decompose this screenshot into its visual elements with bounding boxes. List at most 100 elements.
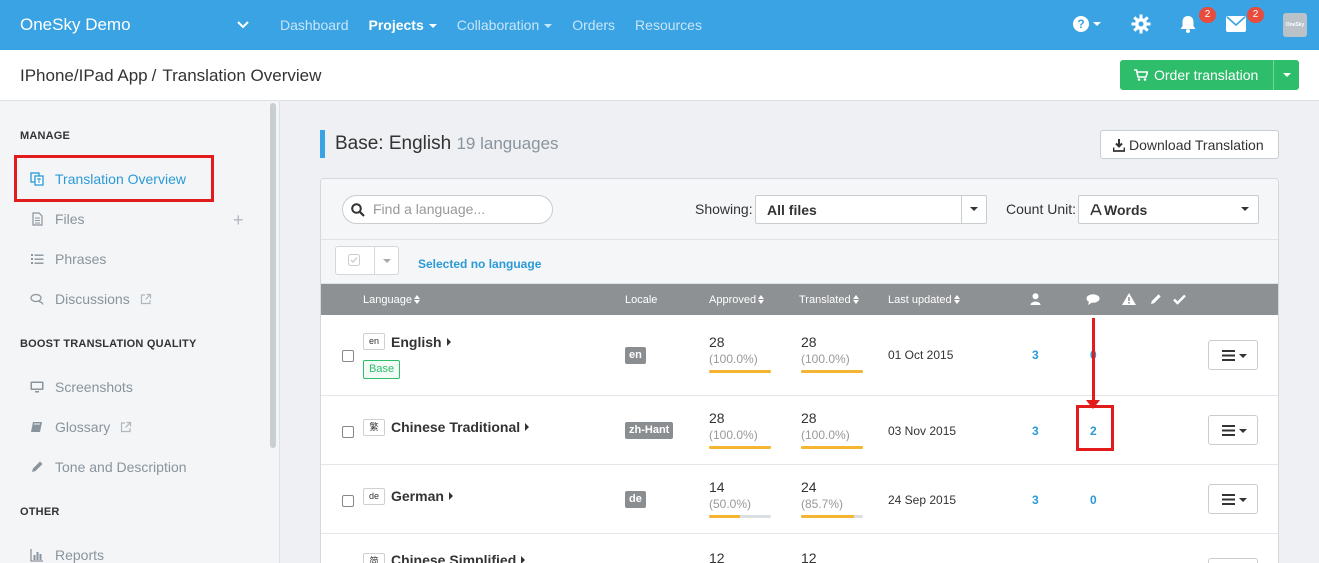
title-accent-bar <box>320 130 325 158</box>
count-unit-select[interactable]: Words <box>1078 195 1259 224</box>
sidebar-item-reports[interactable]: Reports <box>30 547 104 563</box>
row-actions-menu-button[interactable] <box>1208 558 1258 563</box>
caret-down-icon <box>1239 498 1247 502</box>
approved-progress-fill <box>709 370 771 373</box>
approved-count: 28 <box>709 410 725 426</box>
order-translation-dropdown[interactable] <box>1273 60 1299 90</box>
translated-percent: (100.0%) <box>801 352 850 366</box>
row-checkbox[interactable] <box>342 426 354 438</box>
approved-percent: (100.0%) <box>709 352 758 366</box>
gear-icon[interactable] <box>1131 14 1151 34</box>
sidebar-item-phrases[interactable]: Phrases <box>30 251 106 267</box>
row-actions-menu-button[interactable] <box>1208 484 1258 514</box>
sidebar-item-tone[interactable]: Tone and Description <box>30 459 187 475</box>
nav-collaboration-label: Collaboration <box>456 17 540 33</box>
translated-count: 24 <box>801 479 817 495</box>
row-checkbox[interactable] <box>342 350 354 362</box>
column-header-last-updated[interactable]: Last updated <box>888 294 960 306</box>
row-actions-menu-button[interactable] <box>1208 340 1258 370</box>
bulk-select-button[interactable] <box>335 246 399 275</box>
count-unit-display: Words <box>1090 202 1147 218</box>
language-search-input[interactable] <box>373 201 543 217</box>
translated-percent: (100.0%) <box>801 428 850 442</box>
caret-right-icon <box>525 423 530 431</box>
base-language-title: Base: English 19 languages <box>335 133 559 155</box>
sidebar-item-screenshots[interactable]: Screenshots <box>30 379 133 395</box>
base-language-label: Base: English <box>335 133 452 154</box>
language-name-link[interactable]: Chinese Traditional <box>391 419 530 435</box>
translators-count-link[interactable]: 3 <box>1032 493 1039 507</box>
translators-count-link[interactable]: 3 <box>1032 348 1039 362</box>
avatar[interactable]: OneSky <box>1283 13 1307 37</box>
translated-percent: (85.7%) <box>801 497 844 511</box>
column-header-language[interactable]: Language <box>363 294 420 306</box>
column-header-approved[interactable]: Approved <box>709 294 765 306</box>
nav-dashboard[interactable]: Dashboard <box>280 17 349 33</box>
comment-icon <box>1086 294 1100 305</box>
svg-text:?: ? <box>1077 17 1084 31</box>
comments-count-link[interactable]: 0 <box>1090 493 1097 507</box>
caret-right-icon <box>521 556 526 563</box>
translated-progress-bar <box>801 370 863 373</box>
nav-projects[interactable]: Projects <box>369 17 437 33</box>
last-updated-date: 24 Sep 2015 <box>888 493 957 507</box>
sidebar: MANAGE Translation Overview Files + Phra… <box>0 101 280 563</box>
breadcrumb-project[interactable]: IPhone/IPad App <box>20 66 148 85</box>
add-file-plus-icon[interactable]: + <box>233 210 244 231</box>
nav-resources[interactable]: Resources <box>635 17 702 33</box>
translators-count-link[interactable]: 3 <box>1032 424 1039 438</box>
caret-down-icon <box>544 24 553 29</box>
translated-progress-fill <box>801 515 855 518</box>
sidebar-item-label: Screenshots <box>55 379 133 395</box>
envelope-icon[interactable] <box>1226 16 1246 32</box>
table-row: 简 Chinese Simplified 12 12 <box>321 534 1278 563</box>
nav-orders-label: Orders <box>572 17 616 33</box>
language-search <box>342 195 553 224</box>
help-icon[interactable]: ? <box>1073 14 1103 34</box>
sidebar-item-label: Phrases <box>55 251 107 267</box>
download-translation-button[interactable]: Download Translation <box>1100 130 1279 159</box>
bulk-select-dropdown[interactable] <box>374 247 399 274</box>
count-unit-value: Words <box>1104 202 1148 218</box>
count-unit-caret <box>1233 196 1258 223</box>
locale-badge: en <box>625 347 646 364</box>
translated-count: 28 <box>801 410 817 426</box>
monitor-icon <box>30 381 44 393</box>
sidebar-item-files[interactable]: Files <box>30 211 85 227</box>
external-link-icon <box>140 293 151 305</box>
last-updated-date: 01 Oct 2015 <box>888 348 954 362</box>
nav-collaboration[interactable]: Collaboration <box>457 17 553 33</box>
caret-down-icon <box>1283 73 1291 77</box>
sidebar-item-discussions[interactable]: Discussions <box>30 291 152 307</box>
book-icon <box>31 422 42 432</box>
language-code-box: en <box>363 333 385 350</box>
hamburger-icon <box>1222 350 1235 361</box>
caret-down-icon <box>1239 354 1247 358</box>
row-actions-menu-button[interactable] <box>1208 415 1258 445</box>
approved-count: 28 <box>709 334 725 350</box>
bell-icon[interactable] <box>1178 14 1198 34</box>
sort-icon <box>953 295 960 304</box>
column-label: Language <box>363 294 412 306</box>
translated-progress-fill <box>801 446 863 449</box>
chevron-down-icon[interactable] <box>236 18 250 32</box>
files-filter-select[interactable]: All files <box>755 195 987 224</box>
row-checkbox[interactable] <box>342 495 354 507</box>
order-translation-text: Order translation <box>1154 67 1259 83</box>
order-translation-button[interactable]: Order translation <box>1120 60 1299 90</box>
nav-orders[interactable]: Orders <box>572 17 615 33</box>
count-unit-label: Count Unit: <box>1006 201 1077 217</box>
column-header-translated[interactable]: Translated <box>799 294 859 306</box>
warning-icon <box>1122 293 1136 305</box>
sidebar-scrollbar[interactable] <box>270 103 276 448</box>
order-translation-label: Order translation <box>1134 67 1258 83</box>
sidebar-item-glossary[interactable]: Glossary <box>30 419 132 435</box>
language-name-link[interactable]: Chinese Simplified <box>391 552 526 563</box>
language-name-link[interactable]: German <box>391 488 453 504</box>
top-navbar: OneSky Demo Dashboard Projects Collabora… <box>0 0 1319 50</box>
breadcrumb: IPhone/IPad App / Translation Overview <box>20 66 321 86</box>
cart-icon <box>1134 69 1149 81</box>
download-translation-label: Download Translation <box>1129 137 1264 153</box>
language-name-link[interactable]: English <box>391 334 451 350</box>
project-switcher-label[interactable]: OneSky Demo <box>20 15 131 35</box>
